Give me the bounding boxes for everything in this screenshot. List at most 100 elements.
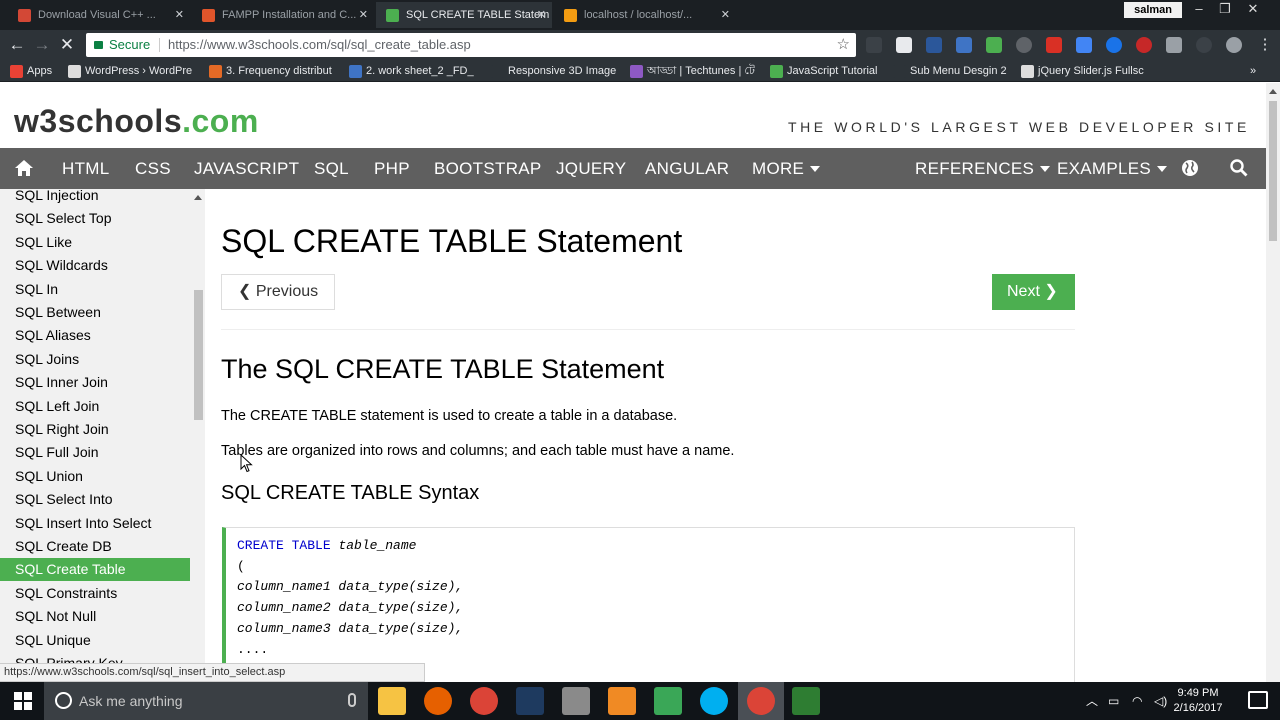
extension-icon[interactable] (1166, 37, 1182, 53)
chrome-icon[interactable] (470, 687, 498, 715)
search-icon[interactable] (1230, 148, 1248, 189)
bookmark-apps[interactable]: Apps (10, 60, 52, 82)
close-window-icon[interactable]: ✕ (1240, 0, 1266, 20)
bookmark-item[interactable]: WordPress › WordPre (68, 60, 192, 82)
minimize-icon[interactable]: – (1186, 0, 1212, 20)
file-explorer-icon[interactable] (378, 687, 406, 715)
extension-icon[interactable] (1226, 37, 1242, 53)
sidebar-item[interactable]: SQL In (0, 278, 190, 301)
sidebar-item[interactable]: SQL Right Join (0, 418, 190, 441)
camtasia-icon[interactable] (792, 687, 820, 715)
firefox-icon[interactable] (424, 687, 452, 715)
bookmark-item[interactable]: Responsive 3D Image (491, 60, 616, 82)
nav-more[interactable]: MORE (752, 148, 821, 189)
sidebar-item[interactable]: SQL Like (0, 231, 190, 254)
scroll-up-arrow-icon[interactable] (194, 195, 202, 200)
adblock-extension-icon[interactable] (1136, 37, 1152, 53)
nav-javascript[interactable]: JAVASCRIPT (194, 148, 299, 189)
sidebar-scroll-thumb[interactable] (194, 290, 203, 420)
nav-bootstrap[interactable]: BOOTSTRAP (434, 148, 542, 189)
sidebar-item[interactable]: SQL Not Null (0, 605, 190, 628)
app-icon[interactable] (562, 687, 590, 715)
url-text[interactable]: https://www.w3schools.com/sql/sql_create… (168, 33, 471, 57)
close-tab-icon[interactable]: ✕ (537, 2, 546, 28)
secure-indicator[interactable]: Secure (94, 33, 150, 57)
sidebar-item[interactable]: SQL Aliases (0, 324, 190, 347)
bookmark-item[interactable]: JavaScript Tutorial (770, 60, 877, 82)
nav-angular[interactable]: ANGULAR (645, 148, 729, 189)
notification-center-icon[interactable] (1248, 691, 1268, 709)
scroll-up-arrow-icon[interactable] (1269, 89, 1277, 94)
next-button[interactable]: Next ❯ (992, 274, 1075, 310)
sidebar-item[interactable]: SQL Inner Join (0, 371, 190, 394)
chrome-active-icon[interactable] (747, 687, 775, 715)
bookmark-item[interactable]: 3. Frequency distribut (209, 60, 332, 82)
sidebar-item[interactable]: SQL Union (0, 465, 190, 488)
address-bar[interactable]: Secure https://www.w3schools.com/sql/sql… (86, 33, 856, 57)
nav-references[interactable]: REFERENCES (915, 148, 1051, 189)
sidebar-item[interactable]: SQL Left Join (0, 395, 190, 418)
nav-css[interactable]: CSS (135, 148, 171, 189)
sidebar-item[interactable]: SQL Select Top (0, 207, 190, 230)
extension-icon[interactable] (866, 37, 882, 53)
sidebar-item[interactable]: SQL Joins (0, 348, 190, 371)
restore-icon[interactable]: ❐ (1212, 0, 1238, 20)
stop-icon[interactable]: ✕ (56, 34, 78, 56)
app-icon[interactable] (654, 687, 682, 715)
microphone-icon[interactable] (348, 693, 356, 707)
translate-extension-icon[interactable] (1076, 37, 1092, 53)
close-tab-icon[interactable]: ✕ (175, 2, 184, 28)
windows-start-icon[interactable] (14, 692, 32, 710)
extension-icon[interactable] (1196, 37, 1212, 53)
sidebar-item[interactable]: SQL Unique (0, 629, 190, 652)
sidebar-item[interactable]: SQL Constraints (0, 582, 190, 605)
tray-chevron-icon[interactable]: ︿ (1086, 682, 1098, 720)
profile-user-label[interactable]: salman (1124, 2, 1182, 18)
sidebar-item[interactable]: SQL Full Join (0, 441, 190, 464)
previous-button[interactable]: ❮ Previous (221, 274, 335, 310)
bookmark-item[interactable]: jQuery Slider.js Fullsc (1021, 60, 1144, 82)
page-scroll-thumb[interactable] (1269, 101, 1277, 241)
sidebar-item[interactable]: SQL Wildcards (0, 254, 190, 277)
sidebar-scrollbar[interactable] (191, 189, 205, 682)
skype-icon[interactable] (700, 687, 728, 715)
bookmark-item[interactable]: আড্ডা | Techtunes | টে (630, 60, 755, 82)
nav-jquery[interactable]: JQUERY (556, 148, 626, 189)
system-clock[interactable]: 9:49 PM 2/16/2017 (1168, 686, 1228, 716)
nav-sql[interactable]: SQL (314, 148, 349, 189)
nav-html[interactable]: HTML (62, 148, 109, 189)
sidebar-item[interactable]: SQL Select Into (0, 488, 190, 511)
w3schools-logo[interactable]: w3schools.com (14, 103, 259, 140)
network-icon[interactable]: ▭ (1108, 682, 1119, 720)
cortana-search-box[interactable]: Ask me anything (44, 682, 368, 720)
volume-icon[interactable]: ◁) (1154, 682, 1167, 720)
close-tab-icon[interactable]: ✕ (359, 2, 368, 28)
close-tab-icon[interactable]: ✕ (721, 2, 730, 28)
extension-icon[interactable] (1106, 37, 1122, 53)
new-tab-button[interactable] (740, 2, 770, 28)
sidebar-item[interactable]: SQL Insert Into Select (0, 512, 190, 535)
browser-tab[interactable]: Download Visual C++ ... ✕ (8, 2, 190, 28)
more-bookmarks-icon[interactable]: » (1250, 60, 1256, 82)
globe-icon[interactable] (1181, 148, 1199, 189)
nav-php[interactable]: PHP (374, 148, 410, 189)
extension-badge-icon[interactable] (1046, 37, 1062, 53)
sidebar-item[interactable]: SQL Between (0, 301, 190, 324)
sidebar-item[interactable]: SQL Injection (0, 189, 190, 207)
extension-icon[interactable] (896, 37, 912, 53)
extension-icon[interactable] (956, 37, 972, 53)
extension-icon[interactable] (986, 37, 1002, 53)
sidebar-item[interactable]: SQL Create DB (0, 535, 190, 558)
vlc-icon[interactable] (608, 687, 636, 715)
chrome-menu-icon[interactable]: ⋮ (1254, 34, 1276, 56)
photoshop-icon[interactable] (516, 687, 544, 715)
wifi-icon[interactable]: ◠ (1132, 682, 1142, 720)
back-arrow-icon[interactable]: ← (6, 34, 28, 56)
nav-examples[interactable]: EXAMPLES (1057, 148, 1168, 189)
bookmark-item[interactable]: Sub Menu Desgin 2 (893, 60, 1007, 82)
bookmark-star-icon[interactable]: ☆ (837, 33, 850, 57)
extension-icon[interactable] (1016, 37, 1032, 53)
word-extension-icon[interactable] (926, 37, 942, 53)
page-scrollbar[interactable] (1266, 83, 1280, 682)
browser-tab-active[interactable]: SQL CREATE TABLE Statem ✕ (376, 2, 552, 28)
